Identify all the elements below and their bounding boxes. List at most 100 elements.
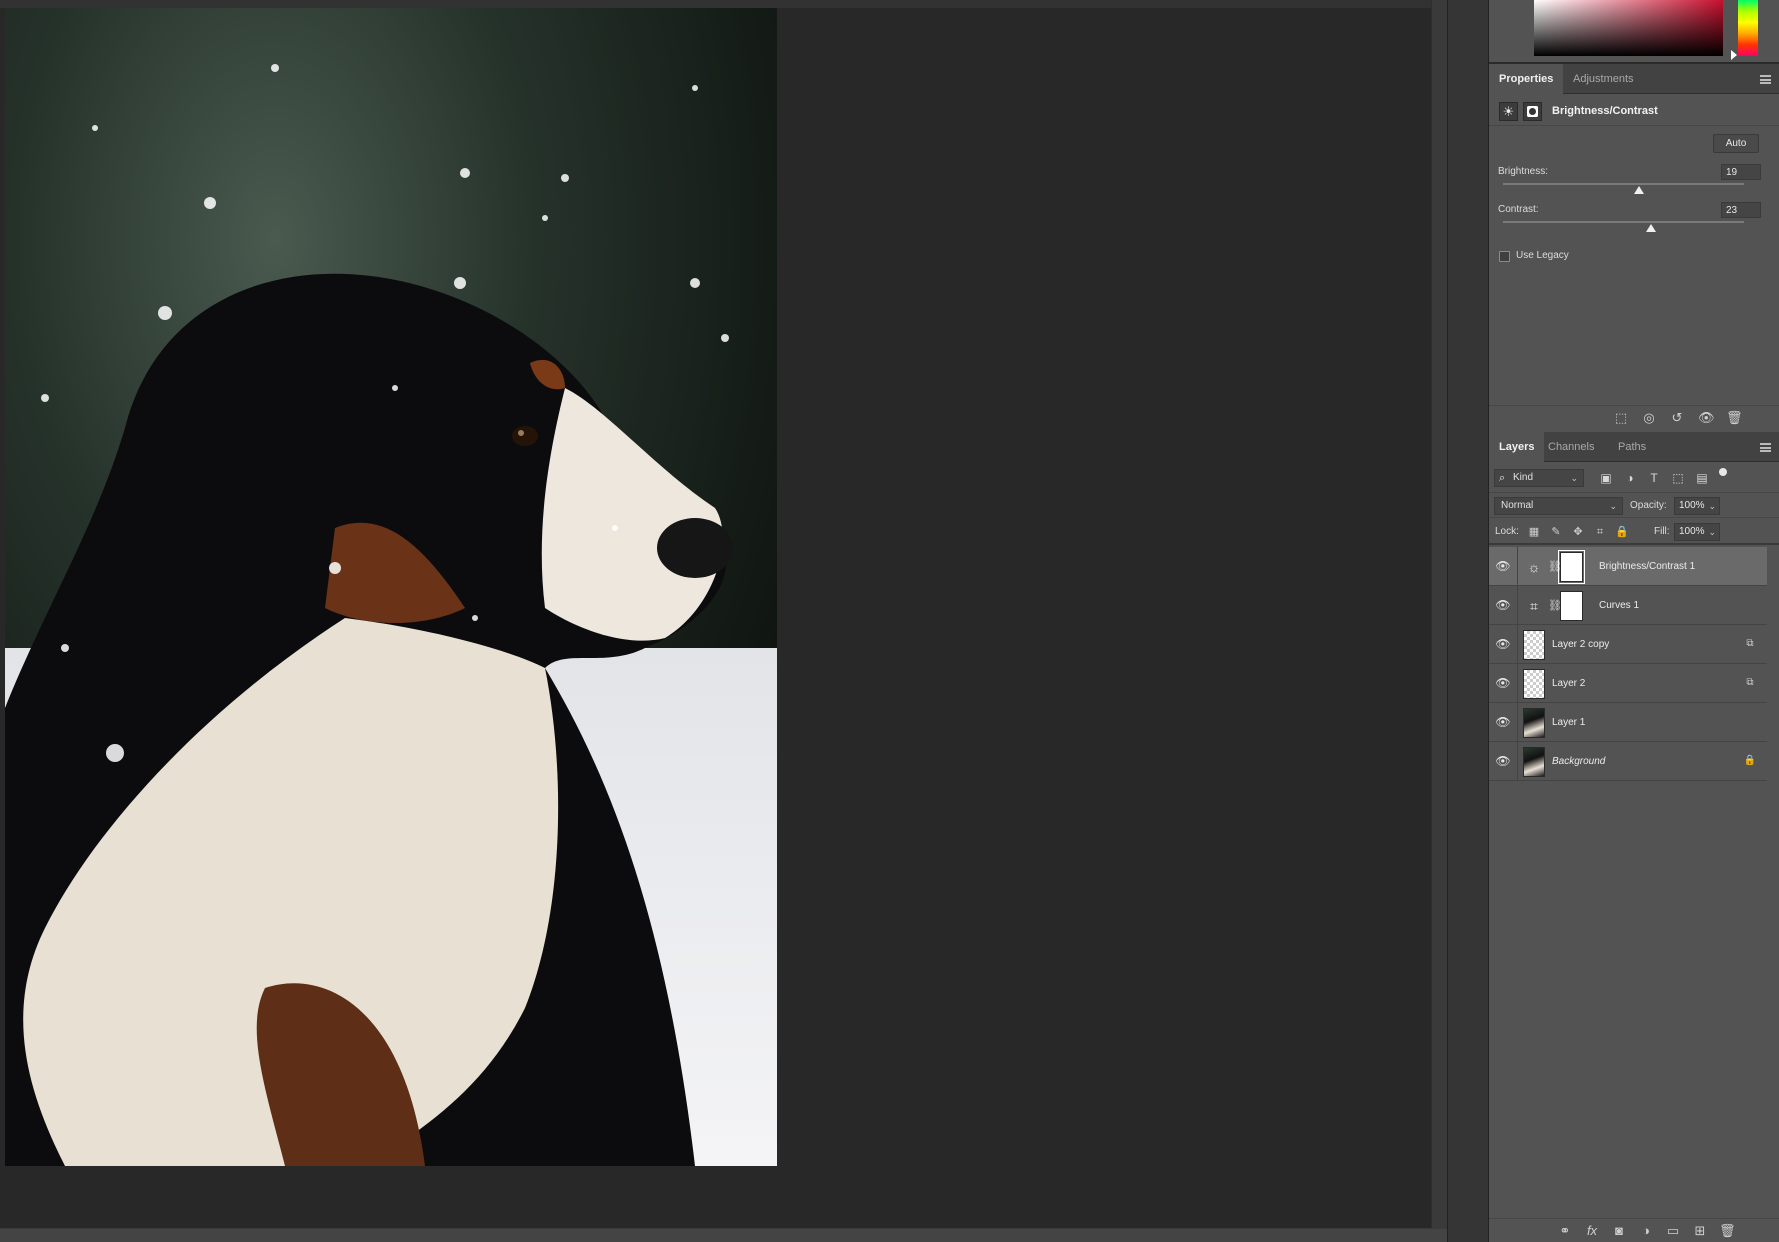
- link-layers-icon[interactable]: ⚭: [1557, 1223, 1573, 1239]
- layer-visibility-eye-icon[interactable]: 👁: [1495, 676, 1511, 690]
- lock-artboard-icon[interactable]: ⌗: [1592, 524, 1608, 540]
- fill-field[interactable]: 100% ⌄: [1674, 523, 1720, 541]
- lock-all-icon[interactable]: 🔒: [1614, 524, 1630, 540]
- brightness-adjustment-icon[interactable]: ☀: [1499, 102, 1518, 121]
- hue-strip[interactable]: [1738, 0, 1758, 56]
- brightness-input[interactable]: [1721, 164, 1761, 180]
- properties-menu-icon[interactable]: [1760, 75, 1771, 84]
- layer-list: 👁 ☼ ⛓ Brightness/Contrast 1 👁 ⌗ ⛓ Curves…: [1489, 547, 1779, 781]
- color-saturation-field[interactable]: [1534, 0, 1723, 56]
- tab-layers[interactable]: Layers: [1489, 432, 1545, 462]
- new-adjustment-layer-icon[interactable]: ◑: [1638, 1223, 1654, 1239]
- auto-button[interactable]: Auto: [1713, 134, 1759, 153]
- chevron-down-icon: ⌄: [1609, 501, 1617, 511]
- filter-kind-select[interactable]: ⌕ Kind ⌄: [1494, 469, 1584, 487]
- document-canvas-area[interactable]: [0, 0, 1431, 1228]
- tab-channels[interactable]: Channels: [1538, 432, 1604, 462]
- layer-visibility-eye-icon[interactable]: 👁: [1495, 598, 1511, 612]
- layer-visibility-eye-icon[interactable]: 👁: [1495, 754, 1511, 768]
- properties-header: ☀ Brightness/Contrast: [1489, 96, 1779, 126]
- delete-layer-icon[interactable]: 🗑: [1719, 1223, 1736, 1239]
- layers-panel: ⌕ Kind ⌄ ▣ ◑ T ⬚ ▤ Normal ⌄ Opacity: 100…: [1489, 463, 1779, 1242]
- layer-visibility-eye-icon[interactable]: 👁: [1495, 559, 1511, 573]
- layer-row-layer-2-copy[interactable]: 👁 Layer 2 copy ⧉: [1489, 625, 1767, 664]
- lock-row: Lock: ▦ ✎ ✥ ⌗ 🔒 Fill: 100% ⌄: [1489, 519, 1779, 545]
- properties-tabbar: Properties Adjustments: [1489, 64, 1779, 94]
- smart-object-icon: ⧉: [1746, 638, 1754, 649]
- blend-row: Normal ⌄ Opacity: 100% ⌄: [1489, 494, 1779, 518]
- contrast-slider-thumb[interactable]: [1646, 224, 1657, 232]
- opacity-field[interactable]: 100% ⌄: [1674, 497, 1720, 515]
- use-legacy-checkbox[interactable]: [1499, 251, 1510, 262]
- layers-footer: ⚭ fx ◙ ◑ ▭ ⊞ 🗑: [1489, 1218, 1779, 1242]
- smart-object-filter-icon[interactable]: ▤: [1694, 470, 1710, 486]
- layers-menu-icon[interactable]: [1760, 443, 1771, 452]
- layer-row-divider: [1517, 664, 1518, 703]
- new-layer-icon[interactable]: ⊞: [1692, 1223, 1708, 1239]
- layer-row-divider: [1517, 742, 1518, 781]
- delete-adjustment-icon[interactable]: 🗑: [1726, 410, 1743, 426]
- contrast-label: Contrast:: [1498, 204, 1539, 215]
- filter-toggle-icon[interactable]: [1719, 468, 1727, 476]
- shape-filter-icon[interactable]: ⬚: [1670, 470, 1686, 486]
- layer-row-curves-1[interactable]: 👁 ⌗ ⛓ Curves 1: [1489, 586, 1767, 625]
- layer-row-brightness-contrast-1[interactable]: 👁 ☼ ⛓ Brightness/Contrast 1: [1489, 547, 1767, 586]
- layer-thumbnail[interactable]: [1523, 747, 1545, 777]
- properties-footer: ⬚ ◎ ↺ 👁 🗑: [1489, 405, 1779, 429]
- layer-effects-fx-icon[interactable]: fx: [1584, 1223, 1600, 1239]
- layer-row-divider: [1517, 625, 1518, 664]
- layer-visibility-eye-icon[interactable]: 👁: [1495, 637, 1511, 651]
- fill-value: 100%: [1679, 526, 1705, 537]
- panel-dock-gutter: [1447, 0, 1489, 1242]
- layer-mask-thumbnail[interactable]: [1560, 591, 1583, 621]
- tab-adjustments[interactable]: Adjustments: [1563, 64, 1644, 94]
- layer-thumbnail[interactable]: [1523, 630, 1545, 660]
- layer-row-layer-2[interactable]: 👁 Layer 2 ⧉: [1489, 664, 1767, 703]
- contrast-slider[interactable]: [1503, 221, 1744, 232]
- layer-name[interactable]: Brightness/Contrast 1: [1599, 547, 1695, 586]
- layer-thumbnail[interactable]: [1523, 708, 1545, 738]
- brightness-slider-thumb[interactable]: [1634, 186, 1645, 194]
- canvas-horizontal-scrollbar[interactable]: [0, 1228, 1447, 1242]
- sun-icon[interactable]: ☼: [1524, 557, 1544, 577]
- layer-row-background[interactable]: 👁 Background 🔒: [1489, 742, 1767, 781]
- layer-name[interactable]: Background: [1552, 742, 1605, 781]
- hue-marker[interactable]: [1731, 50, 1737, 60]
- layer-name[interactable]: Layer 2 copy: [1552, 625, 1609, 664]
- opacity-value: 100%: [1679, 500, 1705, 511]
- properties-panel: ☀ Brightness/Contrast Auto Brightness: C…: [1489, 96, 1779, 425]
- brightness-slider[interactable]: [1503, 183, 1744, 194]
- layer-name[interactable]: Layer 1: [1552, 703, 1585, 742]
- filter-kind-value: Kind: [1513, 472, 1534, 483]
- tab-paths[interactable]: Paths: [1608, 432, 1656, 462]
- chain-link-icon[interactable]: ⛓: [1548, 558, 1562, 576]
- layer-name[interactable]: Curves 1: [1599, 586, 1639, 625]
- tab-properties[interactable]: Properties: [1489, 64, 1564, 94]
- adjustment-filter-icon[interactable]: ◑: [1622, 470, 1638, 486]
- layer-row-layer-1[interactable]: 👁 Layer 1: [1489, 703, 1767, 742]
- use-legacy-label: Use Legacy: [1516, 250, 1569, 261]
- lock-position-move-icon[interactable]: ✥: [1570, 524, 1586, 540]
- opacity-label: Opacity:: [1630, 500, 1667, 511]
- new-group-folder-icon[interactable]: ▭: [1665, 1223, 1681, 1239]
- contrast-input[interactable]: [1721, 202, 1761, 218]
- add-mask-icon[interactable]: ◙: [1611, 1223, 1627, 1239]
- clip-to-layer-icon[interactable]: ⬚: [1613, 410, 1629, 426]
- layer-thumbnail[interactable]: [1523, 669, 1545, 699]
- curves-icon[interactable]: ⌗: [1524, 596, 1544, 616]
- blend-mode-select[interactable]: Normal ⌄: [1494, 497, 1623, 515]
- layer-mask-thumbnail[interactable]: [1558, 550, 1585, 584]
- lock-image-brush-icon[interactable]: ✎: [1548, 524, 1564, 540]
- type-filter-icon[interactable]: T: [1646, 470, 1662, 486]
- view-previous-state-icon[interactable]: ◎: [1641, 410, 1657, 426]
- chain-link-icon[interactable]: ⛓: [1548, 597, 1562, 615]
- reset-icon[interactable]: ↺: [1669, 410, 1685, 426]
- visibility-eye-icon[interactable]: 👁: [1698, 410, 1715, 426]
- canvas-vertical-scrollbar[interactable]: [1431, 0, 1447, 1228]
- layer-mask-icon[interactable]: [1523, 102, 1542, 121]
- pixel-filter-icon[interactable]: ▣: [1598, 470, 1614, 486]
- layer-visibility-eye-icon[interactable]: 👁: [1495, 715, 1511, 729]
- lock-transparent-icon[interactable]: ▦: [1526, 524, 1542, 540]
- document-image[interactable]: [5, 8, 777, 1166]
- layer-name[interactable]: Layer 2: [1552, 664, 1585, 703]
